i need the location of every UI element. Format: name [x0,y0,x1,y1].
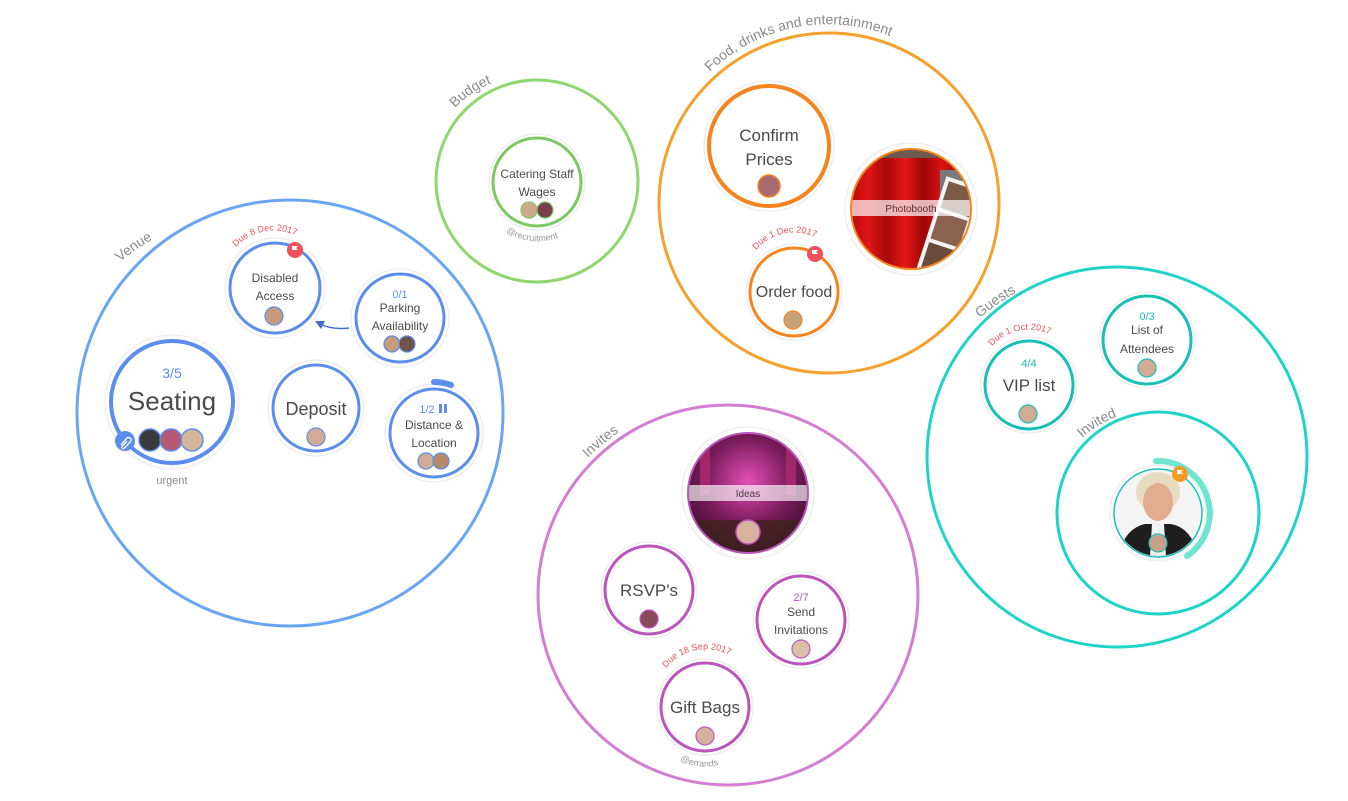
task-title-line: Confirm [739,126,799,145]
task-title-line: Invitations [774,623,828,637]
task-title-line: List of [1131,323,1164,337]
task-title-line: Parking [380,301,421,315]
attachment-icon[interactable] [115,431,135,451]
task-ideas[interactable]: Ideas [681,426,815,560]
avatar [180,428,204,452]
avatar [398,335,416,353]
task-title-line: Access [256,289,295,303]
avatar [783,310,803,330]
avatar [1137,358,1157,378]
dependency-arrow[interactable] [315,321,350,330]
avatar [536,201,554,219]
task-disabled-access[interactable]: Due 8 Dec 2017 Disabled Access [224,222,326,339]
task-title-line: Availability [372,319,428,333]
task-progress: 1/2 [419,404,434,416]
task-progress: 3/5 [162,365,182,381]
avatar [520,201,538,219]
avatar [791,639,811,659]
avatar [264,306,284,326]
avatar [1018,404,1038,424]
flag-icon[interactable] [807,246,823,262]
avatar [1148,533,1168,553]
task-progress: 2/7 [793,592,808,604]
task-order-food[interactable]: Due 1 Dec 2017 Order food [745,224,843,341]
flag-icon[interactable] [287,242,303,258]
avatar [417,452,435,470]
task-list-of-attendees[interactable]: 0/3 List of Attendees [1098,291,1196,389]
task-title-line: Prices [745,150,792,169]
task-title-line: Catering Staff [500,167,574,181]
task-progress: 0/1 [392,289,407,301]
flag-icon[interactable] [1172,466,1188,482]
group-label-venue: Venue [112,228,155,264]
task-title-line: Location [411,436,456,450]
progress-arc [431,379,454,388]
task-title-line: Attendees [1120,342,1174,356]
avatar [432,452,450,470]
task-title-line: Disabled [252,271,299,285]
task-title: VIP list [1003,376,1056,395]
task-title-line: Distance & [405,418,463,432]
task-seating[interactable]: 3/5 Seating urgent [104,334,240,487]
task-title: Photobooth [885,204,936,215]
task-title: Ideas [736,489,760,500]
task-title-line: Send [787,605,815,619]
task-invited-person[interactable] [1109,457,1213,562]
task-title: Gift Bags [670,698,740,717]
avatar-group [138,428,204,452]
task-send-invitations[interactable]: 2/7 Send Invitations [752,571,850,669]
task-gift-bags[interactable]: Due 18 Sep 2017 Gift Bags @errands [656,641,754,769]
task-title: RSVP's [620,581,678,600]
avatar [138,428,162,452]
task-title: Order food [756,284,832,301]
task-title: Seating [128,386,216,416]
avatar [757,174,781,198]
avatar [306,427,326,447]
task-vip-list[interactable]: Due 1 Oct 2017 4/4 VIP list [980,322,1078,434]
avatar [383,335,401,353]
task-progress: 0/3 [1139,311,1154,323]
mind-map-canvas: Venue 3/5 Seating urgent Due 8 Dec 2017 … [75,11,1309,787]
avatar [159,428,183,452]
task-distance-location[interactable]: 1/2 Distance & Location [384,379,484,483]
task-tag: urgent [156,475,187,487]
task-title-line: Wages [519,185,556,199]
task-confirm-prices[interactable]: Confirm Prices [703,80,835,212]
task-deposit[interactable]: Deposit [267,359,365,457]
task-rsvps[interactable]: RSVP's [600,541,698,639]
task-catering-staff-wages[interactable]: Catering Staff Wages @recruitment [488,133,586,243]
avatar [735,519,761,545]
avatar [639,609,659,629]
task-title: Deposit [285,399,346,419]
avatar [695,726,715,746]
task-parking[interactable]: 0/1 Parking Availability [350,268,450,368]
task-photobooth[interactable]: Photobooth [844,142,983,283]
task-progress: 4/4 [1021,358,1036,370]
